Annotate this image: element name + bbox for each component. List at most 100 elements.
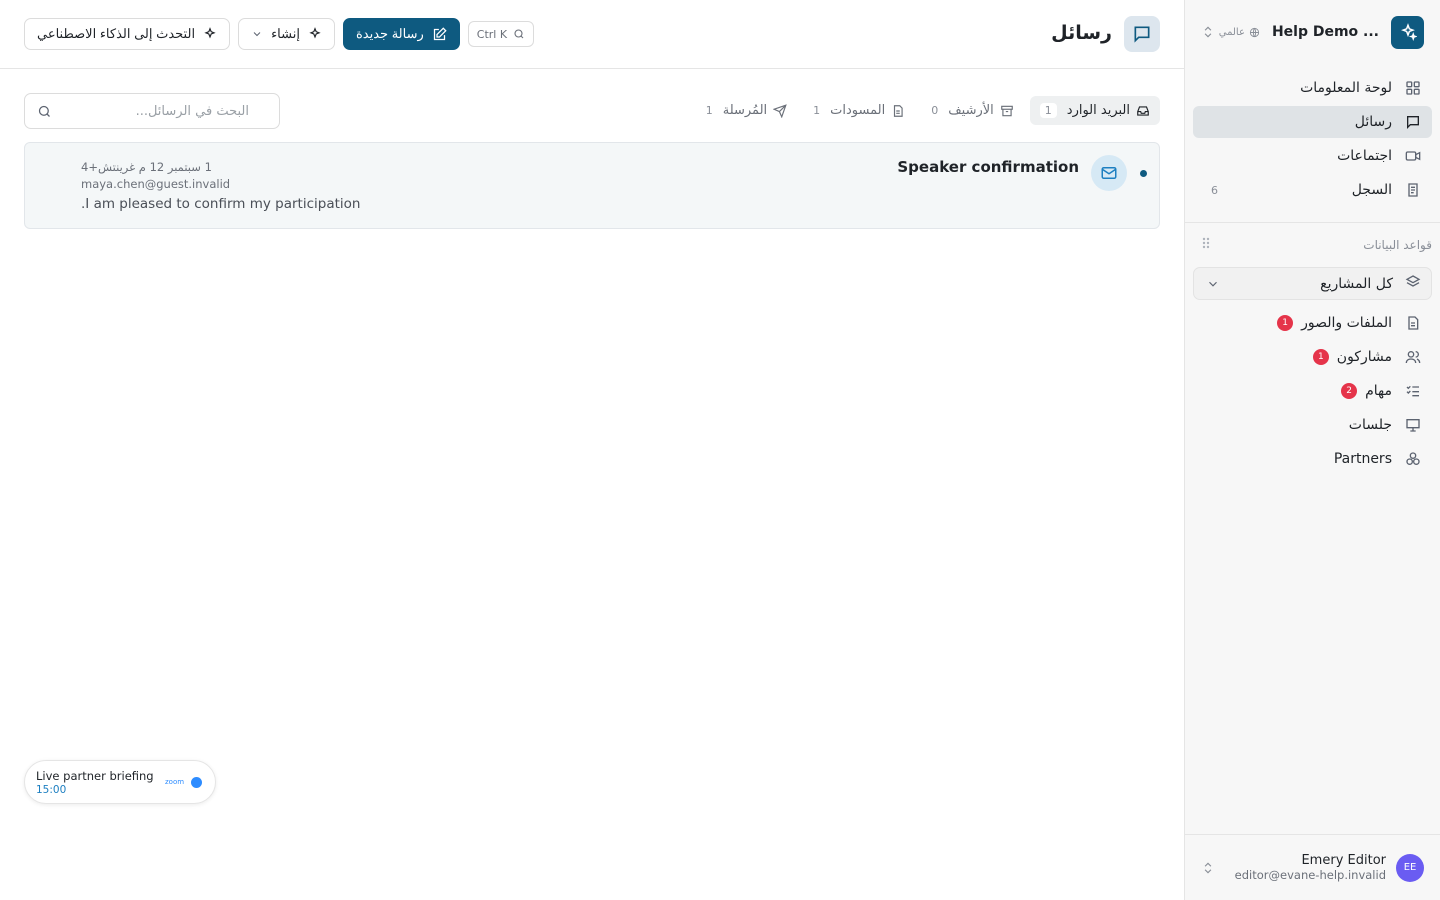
video-icon	[1404, 147, 1422, 165]
db-label: جلسات	[1348, 417, 1392, 433]
db-item-sessions[interactable]: جلسات	[1193, 408, 1432, 442]
tab-count: 1	[813, 104, 821, 117]
presentation-icon	[1404, 416, 1422, 434]
chevrons-up-down-icon	[1204, 26, 1212, 38]
message-icon	[1124, 16, 1160, 52]
user-menu[interactable]: EE Emery Editor editor@evane-help.invali…	[1185, 834, 1440, 900]
tab-inbox[interactable]: البريد الوارد 1	[1029, 96, 1160, 125]
tasks-icon	[1404, 382, 1422, 400]
mailbox-tabs: البريد الوارد 1 الأرشيف 0 المسودات 1 الم…	[696, 96, 1160, 125]
layers-icon	[1405, 274, 1421, 294]
message-meta: 1 سبتمبر 12 م غرينتش+4 maya.chen@guest.i…	[81, 160, 360, 212]
chevron-down-icon	[1206, 277, 1220, 291]
tab-count: 1	[1039, 103, 1057, 118]
nav-item-dashboard[interactable]: لوحة المعلومات	[1193, 72, 1432, 104]
send-icon	[773, 103, 787, 118]
nav-item-messages[interactable]: رسائل	[1193, 106, 1432, 138]
new-message-button[interactable]: رسالة جديدة	[342, 18, 460, 50]
ai-chat-label: التحدث إلى الذكاء الاصطناعي	[37, 26, 196, 41]
main-nav: لوحة المعلومات رسائل اجتماعات السجل 6	[1193, 72, 1432, 208]
user-email: editor@evane-help.invalid	[1234, 868, 1386, 882]
tab-drafts[interactable]: المسودات 1	[803, 96, 915, 125]
top-bar: رسائل Ctrl K رسالة جديدة إنشاء التحدث إل…	[0, 0, 1184, 69]
nav-label: السجل	[1351, 182, 1392, 198]
new-message-label: رسالة جديدة	[355, 26, 424, 41]
db-label: مهام	[1365, 383, 1392, 399]
list-item[interactable]: Speaker confirmation 1 سبتمبر 12 م غرينت…	[24, 142, 1160, 229]
message-preview: I am pleased to confirm my participation…	[81, 196, 361, 212]
top-actions: Ctrl K رسالة جديدة إنشاء التحدث إلى الذك…	[24, 18, 535, 50]
log-icon	[1404, 181, 1422, 199]
db-badge: 2	[1341, 383, 1358, 399]
project-select-label: كل المشاريع	[1320, 275, 1393, 292]
partners-icon	[1404, 450, 1422, 468]
nav-label: لوحة المعلومات	[1300, 80, 1392, 96]
db-label: Partners	[1333, 451, 1392, 467]
databases-heading: قواعد البيانات	[1201, 236, 1432, 253]
workspace-switch[interactable]	[1201, 25, 1215, 39]
tab-sent[interactable]: المُرسلة 1	[696, 96, 797, 125]
avatar: EE	[1396, 853, 1424, 882]
globe-icon	[1249, 27, 1260, 37]
db-item-participants[interactable]: مشاركون 1	[1193, 340, 1432, 374]
message-date: 1 سبتمبر 12 م غرينتش+4	[81, 160, 212, 174]
mail-icon	[1091, 155, 1127, 191]
db-label: الملفات والصور	[1301, 315, 1392, 331]
meeting-provider: zoom	[165, 778, 185, 786]
inbox-icon	[1136, 104, 1150, 118]
command-search-button[interactable]: Ctrl K	[467, 21, 535, 47]
meeting-time: 15:00	[36, 784, 67, 796]
db-badge: 1	[1277, 315, 1294, 331]
db-item-tasks[interactable]: مهام 2	[1193, 374, 1432, 408]
db-item-partners[interactable]: Partners	[1193, 442, 1432, 476]
databases-list: الملفات والصور 1 مشاركون 1 مهام 2 جلسات	[1193, 306, 1432, 476]
message-search	[24, 93, 280, 129]
db-badge: 1	[1312, 349, 1329, 365]
search-icon	[38, 105, 50, 117]
create-button[interactable]: إنشاء	[238, 18, 335, 50]
db-item-files[interactable]: الملفات والصور 1	[1193, 306, 1432, 340]
tab-archive[interactable]: الأرشيف 0	[921, 96, 1024, 125]
databases-title: قواعد البيانات	[1363, 237, 1432, 252]
user-name: Emery Editor	[1301, 853, 1386, 868]
unread-indicator	[1140, 170, 1147, 177]
ai-chat-button[interactable]: التحدث إلى الذكاء الاصطناعي	[24, 18, 231, 50]
workspace-name: Help Demo ...	[1271, 24, 1379, 40]
nav-label: رسائل	[1354, 114, 1392, 130]
tab-label: المسودات	[830, 103, 886, 118]
db-label: مشاركون	[1336, 349, 1392, 365]
compose-icon	[433, 26, 447, 40]
search-input[interactable]	[52, 103, 267, 119]
main-content: رسائل Ctrl K رسالة جديدة إنشاء التحدث إل…	[0, 0, 1184, 900]
file-icon	[1404, 314, 1422, 332]
grip-icon[interactable]	[1201, 236, 1211, 253]
sparkle-icon	[204, 27, 216, 39]
user-info: Emery Editor editor@evane-help.invalid	[1235, 853, 1386, 882]
project-select[interactable]: كل المشاريع	[1193, 267, 1432, 300]
nav-item-log[interactable]: السجل 6	[1193, 174, 1432, 206]
nav-item-meetings[interactable]: اجتماعات	[1193, 140, 1432, 172]
sparkles-icon	[1400, 23, 1417, 41]
workspace-header[interactable]: Help Demo ... عالمي	[1201, 14, 1424, 50]
workspace-scope-label: عالمي	[1218, 26, 1245, 38]
message-icon	[1404, 113, 1422, 131]
chevrons-up-down-icon	[1201, 861, 1215, 875]
shortcut-label: Ctrl K	[476, 27, 508, 41]
tab-label: المُرسلة	[722, 103, 768, 118]
sparkle-icon	[309, 27, 321, 39]
draft-icon	[891, 104, 905, 118]
users-icon	[1404, 348, 1422, 366]
live-meeting-pill[interactable]: Live partner briefing 15:00 zoom	[24, 760, 216, 804]
message-list: Speaker confirmation 1 سبتمبر 12 م غرينت…	[24, 142, 1160, 229]
nav-count: 6	[1211, 183, 1218, 197]
live-indicator	[191, 777, 202, 788]
nav-label: اجتماعات	[1337, 148, 1392, 164]
tab-count: 1	[705, 104, 713, 117]
message-sender: maya.chen@guest.invalid	[81, 177, 231, 191]
dashboard-icon	[1404, 79, 1422, 97]
message-subject: Speaker confirmation	[897, 158, 1079, 176]
sidebar: Help Demo ... عالمي لوحة المعلومات رسائل	[1184, 0, 1440, 900]
workspace-logo	[1391, 15, 1424, 49]
page-title: رسائل	[1051, 22, 1112, 44]
meeting-title: Live partner briefing	[36, 769, 154, 783]
